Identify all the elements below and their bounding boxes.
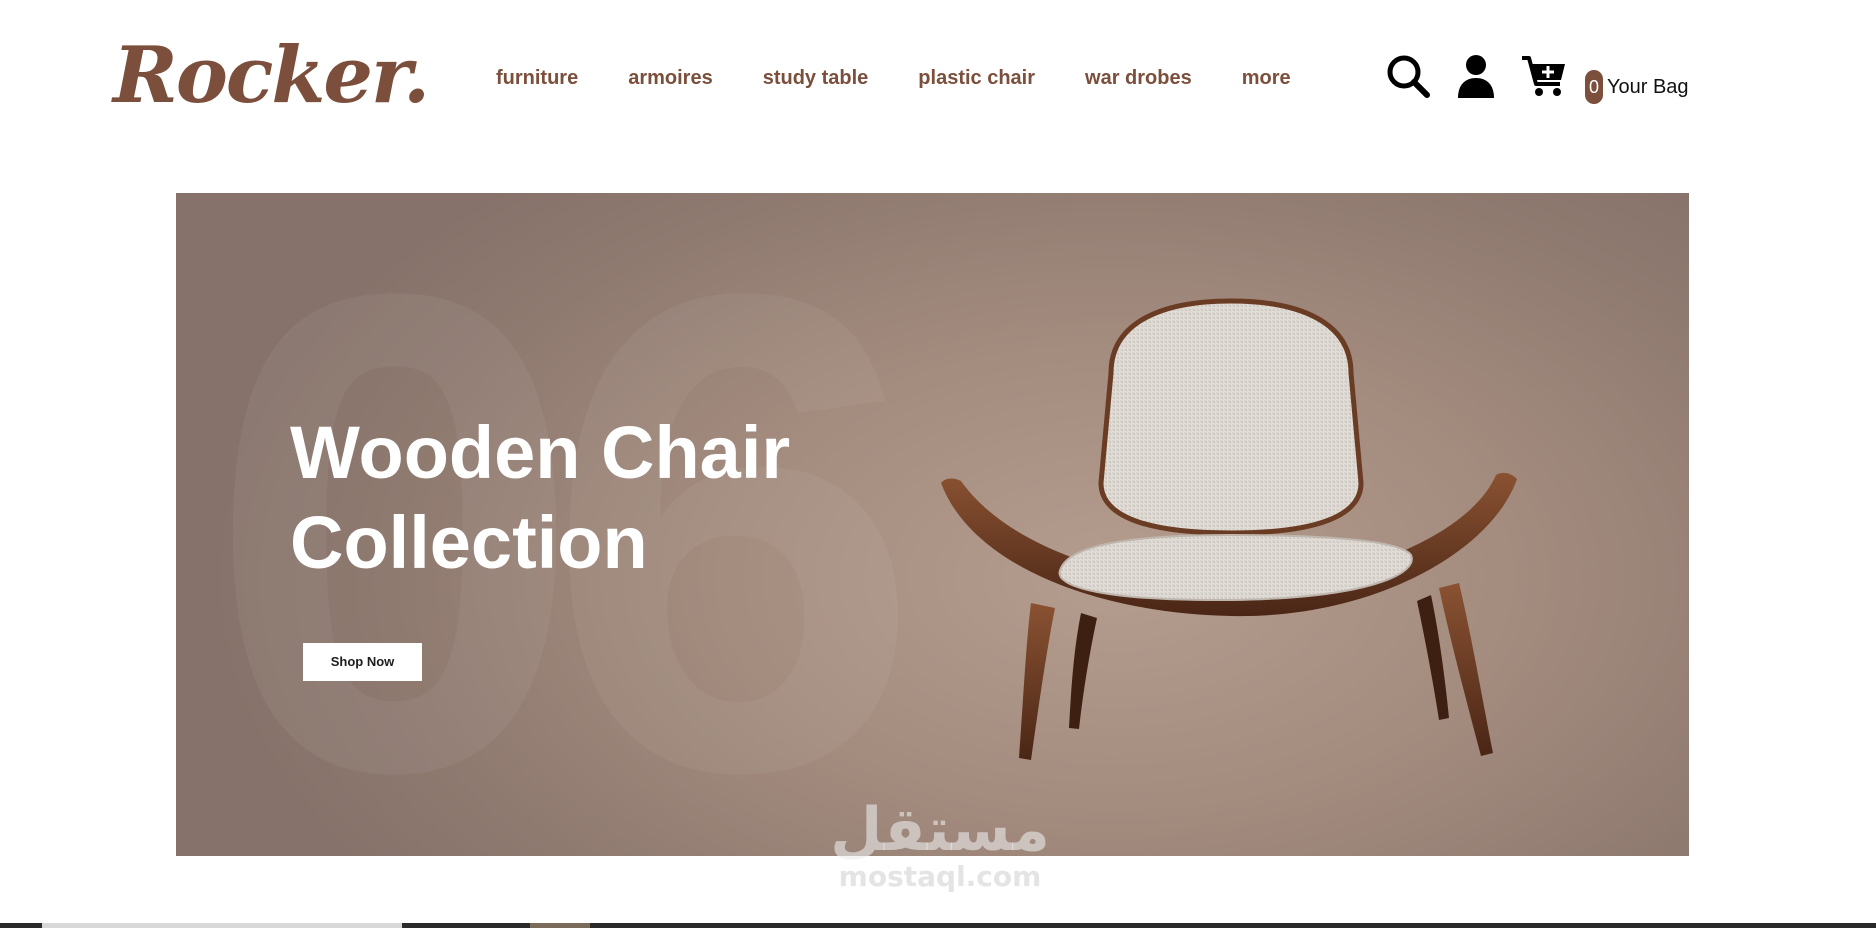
nav-item-war-drobes[interactable]: war drobes [1085,64,1192,94]
hero-title-line1: Wooden Chair [290,411,791,494]
site-header: Rocker. furniture armoires study table p… [0,0,1876,160]
cart-plus-icon[interactable] [1520,52,1568,100]
logo-text: Rocker [113,30,405,121]
hero-banner: 06 Wooden Chair Collection Shop Now [176,193,1689,856]
logo-wordmark: Rocker. [113,36,430,116]
brand-logo[interactable]: Rocker. [113,36,430,116]
mostaql-watermark: مستقل mostaql.com [820,800,1060,910]
hero-title-line2: Collection [290,501,648,584]
watermark-arabic: مستقل [830,795,1050,865]
nav-item-furniture[interactable]: furniture [496,64,578,94]
user-icon[interactable] [1452,52,1500,100]
watermark-latin: mostaql.com [838,860,1042,893]
hero-title: Wooden Chair Collection [290,408,850,588]
search-icon[interactable] [1384,52,1432,100]
your-bag-link[interactable]: Your Bag [1607,74,1689,100]
main-nav: furniture armoires study table plastic c… [496,64,1341,94]
bottom-strip-marker [530,923,590,928]
logo-dot: . [402,30,430,121]
bottom-scrollbar-thumb[interactable] [42,923,402,928]
nav-item-more[interactable]: more [1242,64,1291,94]
wooden-chair-image [941,298,1517,760]
nav-item-armoires[interactable]: armoires [628,64,713,94]
nav-item-plastic-chair[interactable]: plastic chair [918,64,1035,94]
shop-now-button[interactable]: Shop Now [303,643,422,681]
cart-count-badge: 0 [1585,70,1603,104]
nav-item-study-table[interactable]: study table [763,64,869,94]
